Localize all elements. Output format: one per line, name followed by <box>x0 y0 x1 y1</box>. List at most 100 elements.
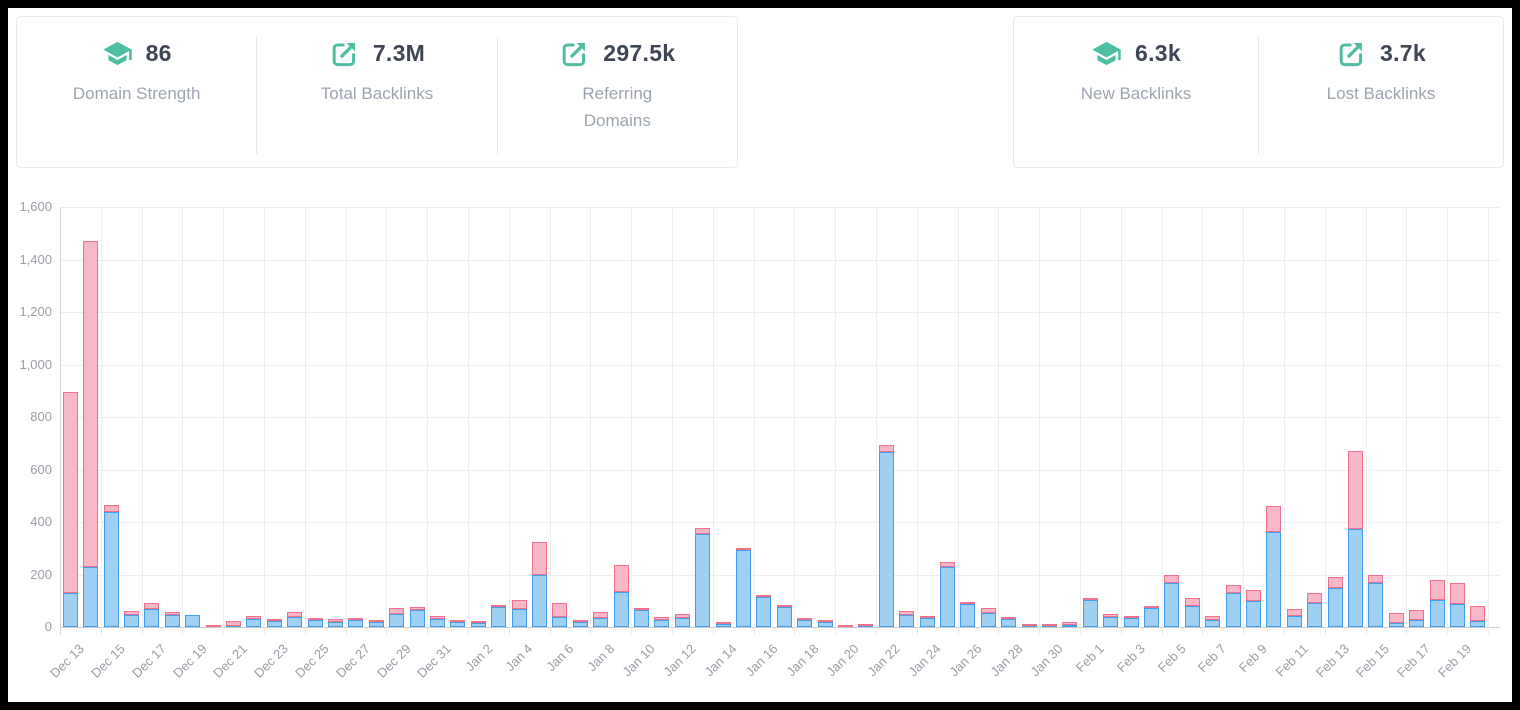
bar-jan-6[interactable] <box>552 603 567 627</box>
bar-segment-lost <box>124 611 139 615</box>
bar-jan-3[interactable] <box>491 605 506 627</box>
bar-jan-18[interactable] <box>797 618 812 627</box>
x-axis-tick-label: Jan 14 <box>701 641 739 679</box>
bar-segment-new <box>593 618 608 627</box>
bar-jan-10[interactable] <box>634 609 649 628</box>
bar-dec-23[interactable] <box>267 620 282 627</box>
bar-dec-20[interactable] <box>206 625 221 627</box>
bar-jan-30[interactable] <box>1042 624 1057 627</box>
bar-jan-21[interactable] <box>858 624 873 627</box>
bar-dec-24[interactable] <box>287 612 302 627</box>
bar-feb-18[interactable] <box>1430 580 1445 628</box>
bar-dec-30[interactable] <box>410 607 425 628</box>
bar-jan-26[interactable] <box>960 602 975 627</box>
bar-feb-3[interactable] <box>1124 616 1139 627</box>
bar-segment-new <box>532 575 547 628</box>
bar-dec-22[interactable] <box>246 616 261 627</box>
bar-dec-16[interactable] <box>124 611 139 627</box>
bar-segment-new <box>756 597 771 627</box>
bar-dec-27[interactable] <box>348 618 363 627</box>
bar-jan-8[interactable] <box>593 612 608 627</box>
x-axis-tick-label: Jan 8 <box>584 641 617 674</box>
bar-dec-18[interactable] <box>165 612 180 627</box>
bar-feb-16[interactable] <box>1389 613 1404 627</box>
bar-segment-lost <box>634 608 649 610</box>
bar-segment-lost <box>1409 610 1424 620</box>
bar-feb-10[interactable] <box>1266 506 1281 627</box>
bar-jan-20[interactable] <box>838 626 853 627</box>
bar-feb-7[interactable] <box>1205 616 1220 627</box>
bar-jan-27[interactable] <box>981 608 996 627</box>
bar-jan-4[interactable] <box>512 600 527 627</box>
bar-feb-14[interactable] <box>1348 451 1363 627</box>
bar-feb-5[interactable] <box>1164 575 1179 627</box>
bar-segment-new <box>1083 600 1098 627</box>
bar-feb-4[interactable] <box>1144 606 1159 628</box>
bar-feb-19[interactable] <box>1450 583 1465 627</box>
bar-segment-new <box>899 615 914 627</box>
bar-feb-12[interactable] <box>1307 593 1322 627</box>
bar-dec-21[interactable] <box>226 621 241 627</box>
bar-jan-2[interactable] <box>471 622 486 627</box>
bar-dec-29[interactable] <box>389 608 404 627</box>
stat-header: 7.3M <box>329 38 425 69</box>
bar-jan-19[interactable] <box>818 620 833 627</box>
bar-jan-29[interactable] <box>1022 624 1037 627</box>
bar-feb-6[interactable] <box>1185 598 1200 627</box>
bar-jan-7[interactable] <box>573 620 588 627</box>
bar-feb-13[interactable] <box>1328 577 1343 627</box>
bar-feb-17[interactable] <box>1409 610 1424 627</box>
bar-jan-11[interactable] <box>654 617 669 627</box>
bar-jan-5[interactable] <box>532 542 547 627</box>
bar-jan-15[interactable] <box>736 548 751 628</box>
bar-dec-25[interactable] <box>308 618 323 627</box>
bar-jan-23[interactable] <box>899 611 914 627</box>
page: 86 Domain Strength 7.3M Total Backlinks … <box>0 0 1520 710</box>
bar-jan-14[interactable] <box>716 622 731 627</box>
x-axis-tick-label: Dec 25 <box>292 641 332 681</box>
bar-dec-14[interactable] <box>83 241 98 627</box>
bar-feb-1[interactable] <box>1083 599 1098 627</box>
bar-dec-15[interactable] <box>104 505 119 627</box>
bar-jan-28[interactable] <box>1001 617 1016 627</box>
bar-dec-19[interactable] <box>185 615 200 627</box>
bar-feb-2[interactable] <box>1103 614 1118 627</box>
bar-jan-9[interactable] <box>614 565 629 627</box>
gridline-vertical <box>427 207 428 635</box>
bar-jan-31[interactable] <box>1062 622 1077 627</box>
y-axis-tick-label: 1,200 <box>0 304 52 319</box>
bar-segment-new <box>1062 625 1077 627</box>
bar-segment-new <box>960 604 975 627</box>
bar-dec-17[interactable] <box>144 603 159 627</box>
bar-dec-28[interactable] <box>369 620 384 627</box>
bar-jan-13[interactable] <box>695 528 710 627</box>
bar-jan-22[interactable] <box>879 445 894 627</box>
bar-dec-31[interactable] <box>430 616 445 627</box>
bar-feb-20[interactable] <box>1470 606 1485 627</box>
bar-segment-lost <box>430 616 445 618</box>
bar-feb-8[interactable] <box>1226 585 1241 628</box>
bar-segment-lost <box>1287 609 1302 616</box>
stat-new-backlinks[interactable]: 6.3k New Backlinks <box>1014 17 1258 167</box>
bar-jan-17[interactable] <box>777 605 792 627</box>
stat-lost-backlinks[interactable]: 3.7k Lost Backlinks <box>1259 17 1503 167</box>
bar-jan-16[interactable] <box>756 595 771 627</box>
bar-jan-12[interactable] <box>675 614 690 627</box>
bar-segment-lost <box>308 618 323 620</box>
stat-referring-domains[interactable]: 297.5k Referring Domains <box>498 17 737 167</box>
bar-segment-lost <box>512 600 527 609</box>
backlinks-chart: 02004006008001,0001,2001,4001,600Dec 13D… <box>8 178 1512 702</box>
bar-jan-1[interactable] <box>450 620 465 627</box>
bar-jan-25[interactable] <box>940 562 955 627</box>
bar-feb-15[interactable] <box>1368 575 1383 628</box>
bar-segment-new <box>471 623 486 627</box>
bar-dec-13[interactable] <box>63 392 78 627</box>
bar-segment-lost <box>777 605 792 607</box>
bar-jan-24[interactable] <box>920 617 935 627</box>
bar-segment-lost <box>1144 606 1159 608</box>
bar-dec-26[interactable] <box>328 619 343 627</box>
bar-feb-11[interactable] <box>1287 609 1302 627</box>
stat-total-backlinks[interactable]: 7.3M Total Backlinks <box>257 17 496 167</box>
stat-domain-strength[interactable]: 86 Domain Strength <box>17 17 256 167</box>
bar-feb-9[interactable] <box>1246 590 1261 627</box>
